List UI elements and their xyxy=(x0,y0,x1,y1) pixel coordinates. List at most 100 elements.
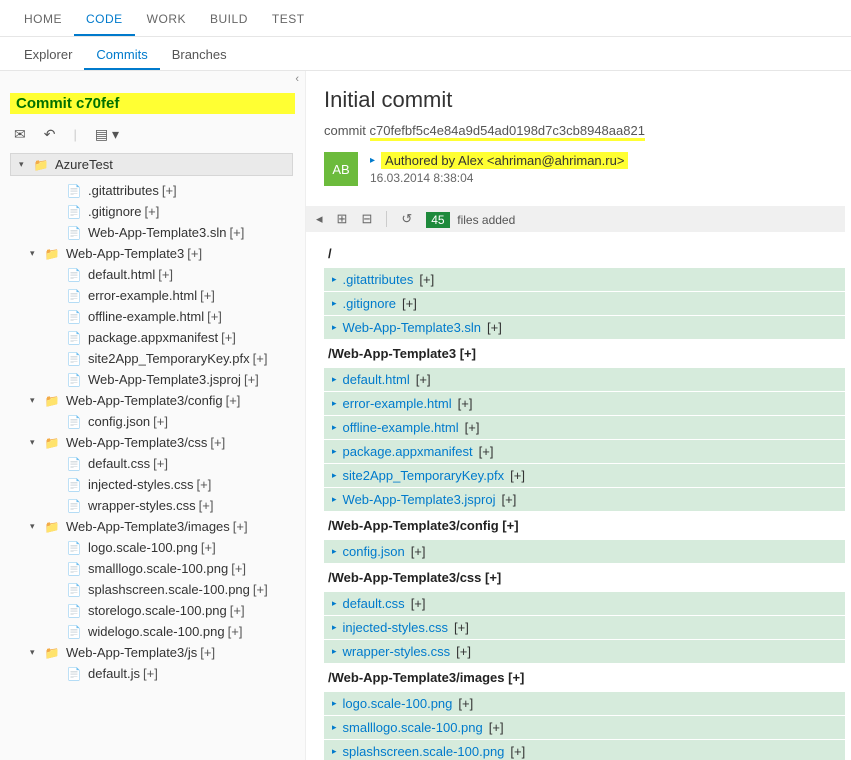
expand-file-icon[interactable]: ▸ xyxy=(332,470,337,481)
tree-file[interactable]: ▾📄default.js[+] xyxy=(4,663,299,684)
tree-file[interactable]: ▾📄offline-example.html[+] xyxy=(4,306,299,327)
expand-file-icon[interactable]: ▸ xyxy=(332,374,337,385)
top-tab-home[interactable]: HOME xyxy=(12,6,74,36)
expand-file-icon[interactable]: ▸ xyxy=(332,422,337,433)
diff-file-row[interactable]: ▸site2App_TemporaryKey.pfx [+] xyxy=(324,464,845,487)
diff-file-row[interactable]: ▸offline-example.html [+] xyxy=(324,416,845,439)
tree-file[interactable]: ▾📄config.json[+] xyxy=(4,411,299,432)
file-icon: 📄 xyxy=(66,604,82,618)
tree-file[interactable]: ▾📄site2App_TemporaryKey.pfx[+] xyxy=(4,348,299,369)
expand-file-icon[interactable]: ▸ xyxy=(332,298,337,309)
diff-file-row[interactable]: ▸logo.scale-100.png [+] xyxy=(324,692,845,715)
expand-file-icon[interactable]: ▸ xyxy=(332,598,337,609)
commit-hash: c70fefbf5c4e84a9d54ad0198d7c3cb8948aa821 xyxy=(370,123,645,141)
expand-file-icon[interactable]: ▸ xyxy=(332,722,337,733)
tree-file[interactable]: ▾📄default.css[+] xyxy=(4,453,299,474)
diff-file-row[interactable]: ▸injected-styles.css [+] xyxy=(324,616,845,639)
tree-folder[interactable]: ▾📁Web-App-Template3/images[+] xyxy=(4,516,299,537)
file-icon: 📄 xyxy=(66,562,82,576)
diff-file-row[interactable]: ▸config.json [+] xyxy=(324,540,845,563)
tree-folder[interactable]: ▾📁Web-App-Template3/js[+] xyxy=(4,642,299,663)
file-icon: 📄 xyxy=(66,268,82,282)
commit-short-title: Commit c70fef xyxy=(10,93,295,114)
expand-file-icon[interactable]: ▸ xyxy=(332,274,337,285)
diff-file-row[interactable]: ▸default.html [+] xyxy=(324,368,845,391)
expand-file-icon[interactable]: ▸ xyxy=(332,322,337,333)
file-icon: 📄 xyxy=(66,625,82,639)
diff-file-row[interactable]: ▸Web-App-Template3.jsproj [+] xyxy=(324,488,845,511)
tree-view[interactable]: ▾📁AzureTest ▾📄.gitattributes[+]▾📄.gitigno… xyxy=(0,153,305,760)
tree-root[interactable]: ▾📁AzureTest xyxy=(10,153,293,176)
tree-file[interactable]: ▾📄widelogo.scale-100.png[+] xyxy=(4,621,299,642)
tree-folder[interactable]: ▾📁Web-App-Template3/config[+] xyxy=(4,390,299,411)
sub-tab-explorer[interactable]: Explorer xyxy=(12,41,84,70)
file-icon: 📄 xyxy=(66,352,82,366)
view-options-icon[interactable]: ▤ ▾ xyxy=(95,126,119,143)
tree-file[interactable]: ▾📄.gitignore[+] xyxy=(4,201,299,222)
diff-file-row[interactable]: ▸splashscreen.scale-100.png [+] xyxy=(324,740,845,760)
tree-file[interactable]: ▾📄smalllogo.scale-100.png[+] xyxy=(4,558,299,579)
tree-file[interactable]: ▾📄Web-App-Template3.jsproj[+] xyxy=(4,369,299,390)
mail-icon[interactable]: ✉ xyxy=(14,126,26,143)
tree-file[interactable]: ▾📄wrapper-styles.css[+] xyxy=(4,495,299,516)
diff-file-row[interactable]: ▸smalllogo.scale-100.png [+] xyxy=(324,716,845,739)
expand-file-icon[interactable]: ▸ xyxy=(332,398,337,409)
expand-file-icon[interactable]: ▸ xyxy=(332,646,337,657)
diff-group-head: /Web-App-Template3/css [+] xyxy=(324,564,845,591)
tree-file[interactable]: ▾📄logo.scale-100.png[+] xyxy=(4,537,299,558)
diff-file-row[interactable]: ▸wrapper-styles.css [+] xyxy=(324,640,845,663)
diff-file-row[interactable]: ▸.gitattributes [+] xyxy=(324,268,845,291)
tree-folder[interactable]: ▾📁Web-App-Template3/css[+] xyxy=(4,432,299,453)
expand-file-icon[interactable]: ▸ xyxy=(332,622,337,633)
expand-file-icon[interactable]: ▸ xyxy=(332,746,337,757)
file-icon: 📄 xyxy=(66,541,82,555)
expand-all-icon[interactable]: ⊞ xyxy=(337,211,348,227)
tree-file[interactable]: ▾📄storelogo.scale-100.png[+] xyxy=(4,600,299,621)
file-icon: 📄 xyxy=(66,226,82,240)
collapse-left-icon[interactable]: ‹ xyxy=(295,73,299,85)
diff-group-head: /Web-App-Template3/config [+] xyxy=(324,512,845,539)
left-panel: ‹ Commit c70fef ✉ ↶ | ▤ ▾ ▾📁AzureTest▾📄.… xyxy=(0,71,306,760)
tree-file[interactable]: ▾📄splashscreen.scale-100.png[+] xyxy=(4,579,299,600)
diff-file-list: /▸.gitattributes [+]▸.gitignore [+]▸Web-… xyxy=(324,240,845,760)
diff-file-row[interactable]: ▸default.css [+] xyxy=(324,592,845,615)
author-info: Authored by Alex <ahriman@ahriman.ru> xyxy=(381,152,628,169)
refresh-icon[interactable]: ↺ xyxy=(401,211,412,227)
diff-file-row[interactable]: ▸.gitignore [+] xyxy=(324,292,845,315)
expand-file-icon[interactable]: ▸ xyxy=(332,698,337,709)
caret-left-icon[interactable]: ◂ xyxy=(316,211,323,227)
tree-file[interactable]: ▾📄Web-App-Template3.sln[+] xyxy=(4,222,299,243)
top-tab-code[interactable]: CODE xyxy=(74,6,135,36)
diff-file-row[interactable]: ▸Web-App-Template3.sln [+] xyxy=(324,316,845,339)
file-icon: 📄 xyxy=(66,499,82,513)
expand-file-icon[interactable]: ▸ xyxy=(332,494,337,505)
expand-file-icon[interactable]: ▸ xyxy=(332,446,337,457)
file-icon: 📄 xyxy=(66,583,82,597)
file-icon: 📄 xyxy=(66,289,82,303)
tree-file[interactable]: ▾📄default.html[+] xyxy=(4,264,299,285)
file-icon: 📄 xyxy=(66,667,82,681)
diff-toolbar: ◂ ⊞ ⊟ ↺ 45 files added xyxy=(306,206,845,232)
top-tab-work[interactable]: WORK xyxy=(135,6,198,36)
sub-tab-commits[interactable]: Commits xyxy=(84,41,159,70)
tree-file[interactable]: ▾📄error-example.html[+] xyxy=(4,285,299,306)
tree-file[interactable]: ▾📄package.appxmanifest[+] xyxy=(4,327,299,348)
tree-folder[interactable]: ▾📁Web-App-Template3[+] xyxy=(4,243,299,264)
diff-file-row[interactable]: ▸package.appxmanifest [+] xyxy=(324,440,845,463)
diff-group-head: /Web-App-Template3 [+] xyxy=(324,340,845,367)
sub-tab-branches[interactable]: Branches xyxy=(160,41,239,70)
commit-title: Initial commit xyxy=(324,87,845,113)
diff-file-row[interactable]: ▸error-example.html [+] xyxy=(324,392,845,415)
files-count-badge: 45 xyxy=(426,212,449,228)
sub-tabs: ExplorerCommitsBranches xyxy=(0,37,851,71)
expand-file-icon[interactable]: ▸ xyxy=(332,546,337,557)
changeset-icon[interactable]: ↶ xyxy=(44,126,56,143)
tree-file[interactable]: ▾📄injected-styles.css[+] xyxy=(4,474,299,495)
collapse-all-icon[interactable]: ⊟ xyxy=(361,211,372,227)
diff-group-head: / xyxy=(324,240,845,267)
top-tab-build[interactable]: BUILD xyxy=(198,6,260,36)
expand-author-icon[interactable]: ▸ xyxy=(370,155,375,166)
tree-file[interactable]: ▾📄.gitattributes[+] xyxy=(4,180,299,201)
top-tab-test[interactable]: TEST xyxy=(260,6,317,36)
file-icon: 📄 xyxy=(66,310,82,324)
